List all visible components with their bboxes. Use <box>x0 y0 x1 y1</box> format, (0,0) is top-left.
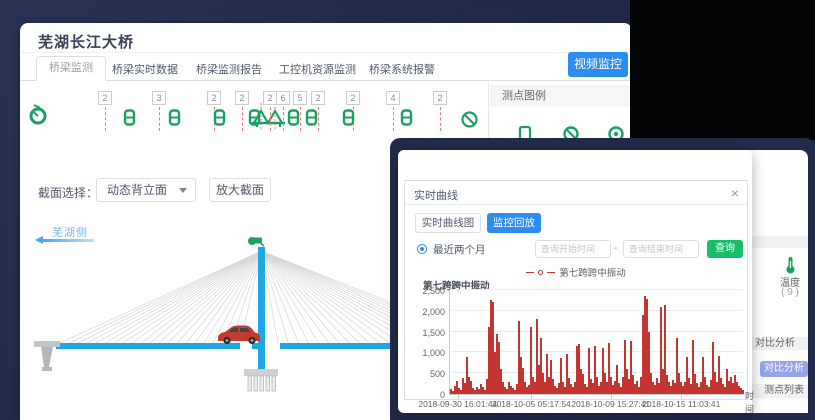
legend-panel-header: 测点图例 <box>490 85 632 107</box>
measure-point-dash <box>283 107 284 131</box>
measure-point-dash <box>393 107 394 131</box>
measure-point-dash <box>105 107 106 131</box>
query-start-time-input[interactable] <box>535 240 611 258</box>
x-axis-tick <box>681 395 682 399</box>
link-sensor-icon[interactable] <box>305 109 318 131</box>
query-end-time-input[interactable] <box>623 240 699 258</box>
page-title: 芜湖长江大桥 <box>38 31 134 52</box>
tab-bar: 桥梁监测 桥梁实时数据 桥梁监测报告 工控机资源监测 桥梁系统报警 <box>20 56 632 81</box>
link-sensor-icon[interactable] <box>287 109 300 131</box>
zoom-section-button[interactable]: 放大截面 <box>209 178 271 202</box>
y-axis-tick-label: 1,500 <box>405 328 445 338</box>
tab-ipc-resources[interactable]: 工控机资源监测 <box>279 61 356 77</box>
sensor-count-badge: 6 <box>276 91 290 105</box>
sensor-strip: 测点图例 23222652242 <box>20 81 632 141</box>
close-icon[interactable]: × <box>731 185 739 201</box>
y-axis-tick-label: 500 <box>405 369 445 379</box>
legend-circle-marker-icon <box>538 270 543 275</box>
prohibition-icon[interactable] <box>461 111 478 133</box>
gridline <box>450 331 743 332</box>
measure-point-dash <box>159 107 160 131</box>
link-sensor-icon[interactable] <box>213 109 226 131</box>
x-axis-tick <box>611 395 612 399</box>
compare-analysis-button[interactable]: 对比分析 <box>760 361 808 377</box>
tab-realtime-data[interactable]: 桥梁实时数据 <box>112 61 178 77</box>
query-button[interactable]: 查询 <box>707 240 743 258</box>
black-backdrop <box>630 0 815 140</box>
vibration-bar <box>742 390 744 394</box>
tab-monitor-report[interactable]: 桥梁监测报告 <box>196 61 262 77</box>
car <box>218 326 260 345</box>
section-select-dropdown[interactable]: 动态背立面 <box>96 178 196 202</box>
tab-realtime-curve[interactable]: 实时曲线图 <box>415 213 481 233</box>
dialog-header: 实时曲线 × <box>405 181 747 205</box>
dialog-title: 实时曲线 <box>414 187 458 203</box>
link-sensor-icon[interactable] <box>168 109 181 131</box>
sensor-count-badge: 4 <box>386 91 400 105</box>
recent-two-months-radio[interactable] <box>417 244 427 254</box>
chart-legend[interactable]: 第七跨跨中振动 <box>405 265 747 279</box>
y-axis-tick-label: 2,000 <box>405 307 445 317</box>
x-axis-tick-label: 2018-10-09 15:27:41 <box>571 399 650 409</box>
gridline <box>450 289 743 290</box>
sensor-count-badge: 3 <box>152 91 166 105</box>
sensor-count-badge: 2 <box>263 91 277 105</box>
realtime-curve-modal: 实时曲线 × 实时曲线图 监控回放 最近两个月 - 查询 第七跨跨中振动 第七跨… <box>398 150 752 413</box>
x-axis-tick <box>458 395 459 399</box>
measure-point-dash <box>242 107 243 131</box>
bridge-abutment <box>34 341 60 371</box>
tab-bridge-monitoring[interactable]: 桥梁监测 <box>36 56 106 81</box>
x-axis-tick-label: 2018-10-05 05:17:54 <box>492 399 571 409</box>
gauge-icon[interactable] <box>28 103 49 132</box>
sensor-count-badge: 2 <box>235 91 249 105</box>
chevron-down-icon <box>179 188 187 193</box>
section-select-label: 截面选择： <box>38 184 98 201</box>
measure-point-dash <box>270 107 271 131</box>
measure-point-dash <box>440 107 441 131</box>
link-sensor-icon[interactable] <box>342 109 355 131</box>
y-axis-tick-label: 1,000 <box>405 348 445 358</box>
bridge-foundation <box>244 369 278 391</box>
section-select-value: 动态背立面 <box>107 183 167 197</box>
section-select-row: 截面选择： 动态背立面 放大截面 <box>20 178 400 204</box>
sensor-count-badge: 2 <box>98 91 112 105</box>
date-separator: - <box>614 243 617 254</box>
x-axis-tick-label: 2018-10-15 11:03:41 <box>642 399 720 409</box>
gridline <box>450 310 743 311</box>
legend-line-icon <box>547 272 555 273</box>
measure-point-dash <box>318 107 319 131</box>
sensor-count-badge: 2 <box>207 91 221 105</box>
temperature-count: ( 9 ) <box>770 287 808 298</box>
sensor-count-badge: 2 <box>433 91 447 105</box>
link-sensor-icon[interactable] <box>400 109 413 131</box>
bridge-deck-left <box>56 343 240 349</box>
bridge-tower <box>258 247 265 371</box>
sensor-count-badge: 2 <box>311 91 325 105</box>
link-sensor-icon[interactable] <box>248 109 261 131</box>
measure-point-dash <box>300 107 301 131</box>
link-sensor-icon[interactable] <box>123 109 136 131</box>
title-divider <box>20 52 632 53</box>
legend-series-label: 第七跨跨中振动 <box>559 265 626 279</box>
tab-system-alarm[interactable]: 桥梁系统报警 <box>369 61 435 77</box>
video-monitor-button[interactable]: 视频监控 <box>568 52 628 77</box>
x-axis-tick <box>531 395 532 399</box>
recent-two-months-label: 最近两个月 <box>433 242 486 257</box>
sensor-count-badge: 2 <box>346 91 360 105</box>
realtime-curve-dialog: 实时曲线 × 实时曲线图 监控回放 最近两个月 - 查询 第七跨跨中振动 第七跨… <box>404 180 748 400</box>
vibration-chart-plot[interactable] <box>449 291 743 395</box>
sensor-count-badge: 5 <box>293 91 307 105</box>
strip-divider <box>488 83 489 139</box>
camera-icon <box>248 237 264 246</box>
x-axis-name: 时间 <box>745 389 754 415</box>
y-axis-tick-label: 2,500 <box>405 286 445 296</box>
x-axis-tick-label: 2018-09-30 16:01:44 <box>418 399 497 409</box>
legend-line-icon <box>526 272 534 273</box>
tab-monitor-playback[interactable]: 监控回放 <box>487 213 541 233</box>
